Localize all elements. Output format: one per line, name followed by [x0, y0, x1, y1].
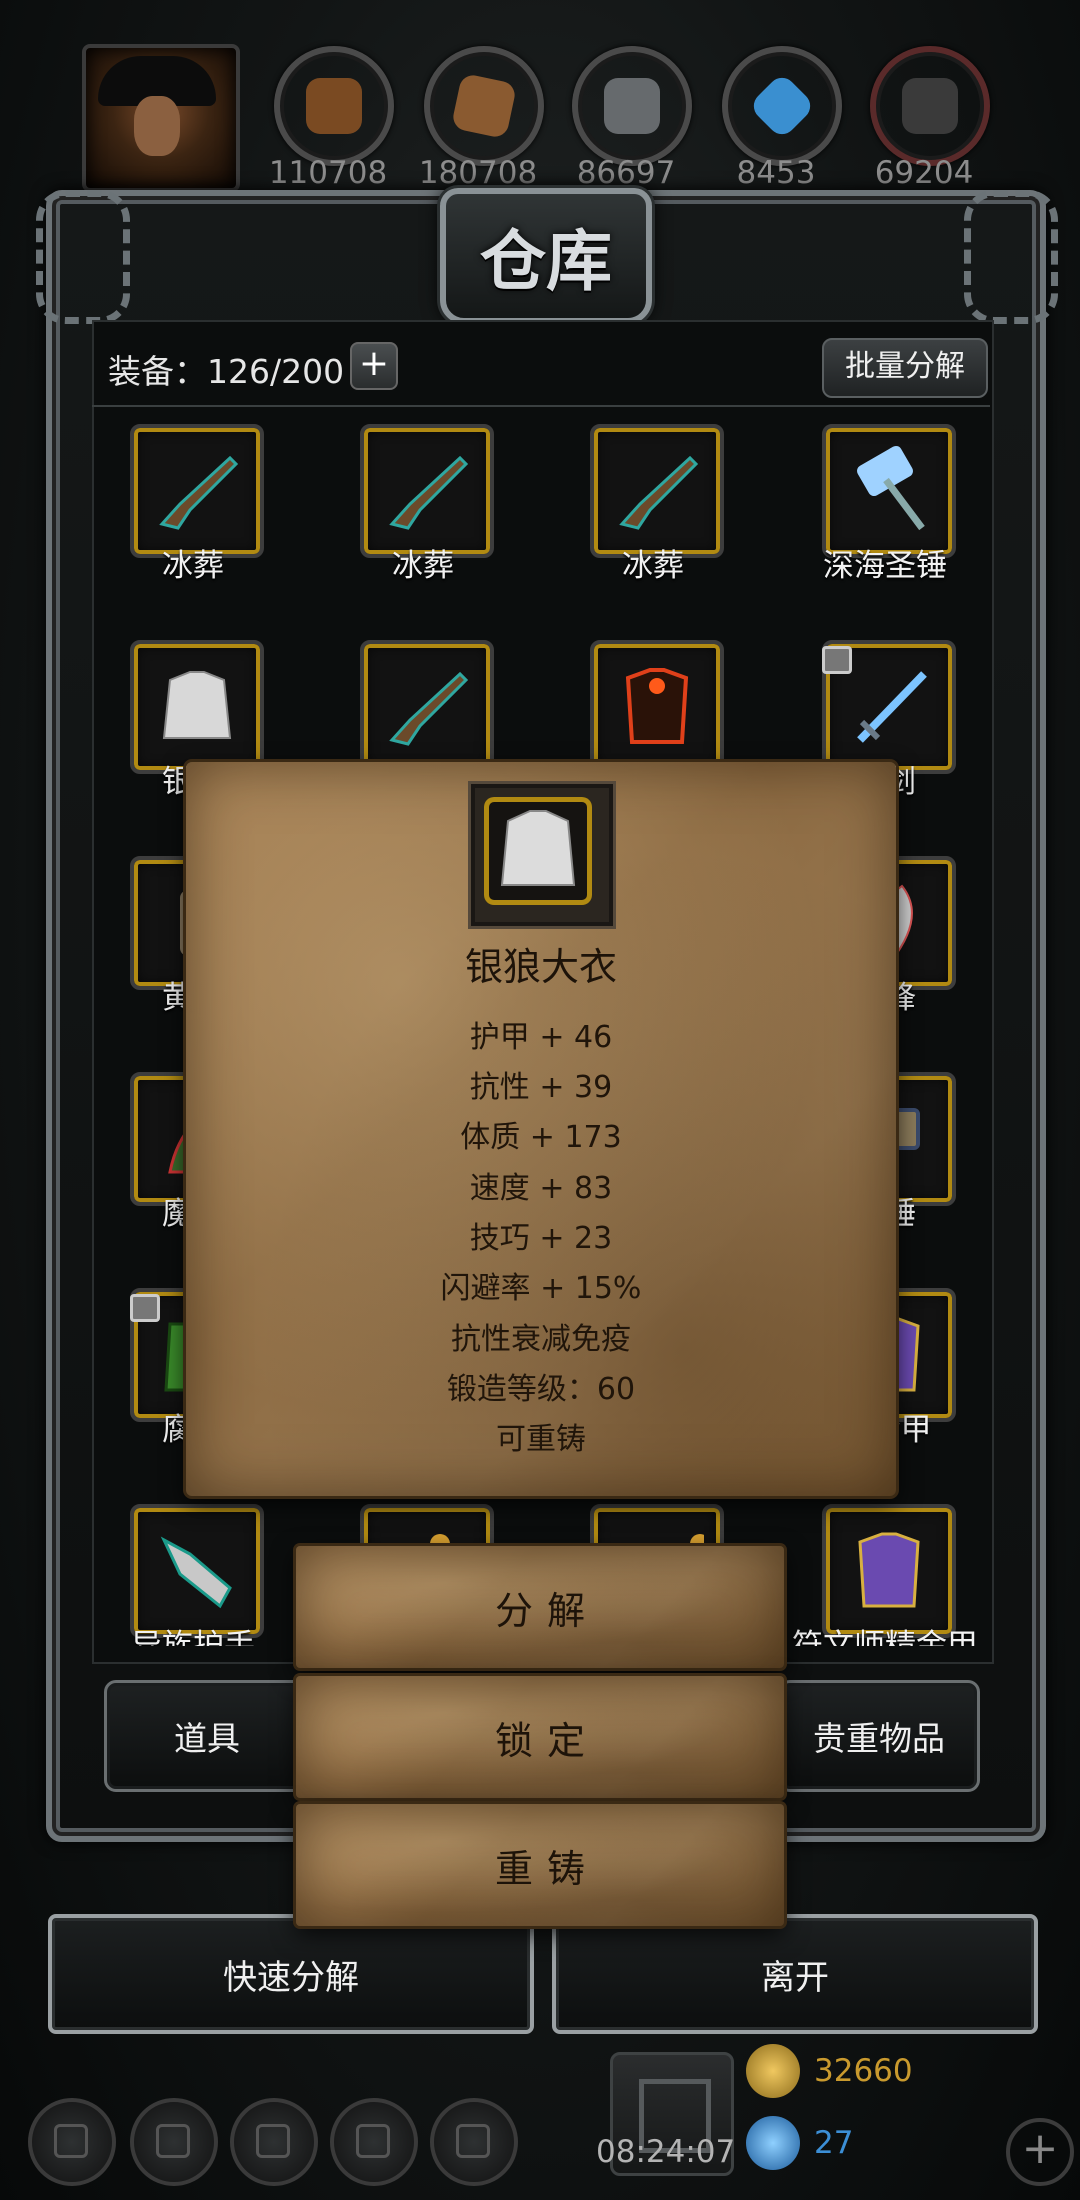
- gauntlet-icon: [150, 1524, 244, 1618]
- face-shape: [134, 96, 180, 156]
- dismantle-button[interactable]: 分解: [296, 1546, 784, 1668]
- item-name: 冰葬: [162, 548, 224, 584]
- plank-icon: [424, 46, 544, 166]
- wood-count: 110708: [268, 155, 388, 191]
- iron-ingot-icon: [572, 46, 692, 166]
- box-icon[interactable]: [430, 2098, 518, 2186]
- ice-hammer-icon: [842, 444, 936, 538]
- divider: [92, 405, 990, 407]
- tab-valuables[interactable]: 贵重物品: [778, 1680, 980, 1792]
- star-icon[interactable]: [130, 2098, 218, 2186]
- lava-armor-icon: [610, 660, 704, 754]
- gem-icon: [746, 2116, 800, 2170]
- fur-coat-icon: [484, 797, 592, 905]
- item-name: 冰葬: [622, 548, 684, 584]
- plank-count: 180708: [418, 155, 538, 191]
- guild-icon[interactable]: [230, 2098, 318, 2186]
- stat-line: 护甲 + 46: [469, 1020, 613, 1055]
- wood-log-icon: [274, 46, 394, 166]
- dark-metal-icon: [870, 46, 990, 166]
- lock-icon: [130, 1294, 160, 1322]
- ice-sword-icon: [842, 660, 936, 754]
- stat-line: 锻造等级：60: [446, 1372, 636, 1407]
- item-slot[interactable]: [130, 640, 264, 774]
- item-slot[interactable]: [822, 1504, 956, 1638]
- left-chain-ornament: [36, 190, 130, 324]
- flintlock-pistol-icon: [380, 444, 474, 538]
- leave-button[interactable]: 离开: [552, 1914, 1038, 2034]
- gold-coin-icon: [746, 2044, 800, 2098]
- item-slot[interactable]: [130, 1504, 264, 1638]
- iron-count: 86697: [576, 155, 676, 191]
- reforge-button[interactable]: 重铸: [296, 1804, 784, 1926]
- stat-line: 可重铸: [496, 1422, 586, 1457]
- fur-coat-icon: [150, 660, 244, 754]
- item-slot[interactable]: [590, 424, 724, 558]
- item-name-title: 银狼大衣: [464, 945, 617, 989]
- item-name: 冰葬: [392, 548, 454, 584]
- settings-icon[interactable]: [28, 2098, 116, 2186]
- item-slot[interactable]: [360, 424, 494, 558]
- dark-metal-count: 69204: [874, 155, 974, 191]
- item-slot[interactable]: [130, 424, 264, 558]
- item-name: 符文师精金甲: [792, 1628, 978, 1646]
- flintlock-pistol-icon: [150, 444, 244, 538]
- batch-dismantle-button[interactable]: 批量分解: [822, 338, 988, 398]
- stat-line: 闪避率 + 15%: [440, 1271, 642, 1306]
- tab-props[interactable]: 道具: [104, 1680, 310, 1792]
- clock-time: 08:24:07: [596, 2134, 736, 2170]
- expand-capacity-button[interactable]: +: [350, 342, 398, 390]
- stat-line: 技巧 + 23: [469, 1221, 613, 1256]
- stat-line: 抗性 + 39: [469, 1070, 613, 1105]
- right-chain-ornament: [964, 190, 1058, 324]
- lock-icon: [822, 646, 852, 674]
- item-slot[interactable]: [360, 640, 494, 774]
- stat-line: 抗性衰减免疫: [451, 1322, 631, 1357]
- stat-line: 体质 + 173: [460, 1120, 622, 1155]
- equipment-capacity: 装备：126/200: [108, 352, 345, 391]
- item-name: 深海圣锤: [823, 548, 947, 584]
- flintlock-pistol-icon: [610, 444, 704, 538]
- player-avatar[interactable]: [82, 44, 240, 192]
- item-slot[interactable]: [590, 640, 724, 774]
- stat-line: 速度 + 83: [469, 1171, 613, 1206]
- purple-armor-icon: [842, 1524, 936, 1618]
- flintlock-pistol-icon: [380, 660, 474, 754]
- crystal-count: 8453: [736, 155, 816, 191]
- mail-icon[interactable]: [330, 2098, 418, 2186]
- crystal-icon: [722, 46, 842, 166]
- add-currency-button[interactable]: +: [1006, 2118, 1074, 2186]
- lock-button[interactable]: 锁定: [296, 1676, 784, 1798]
- item-name: 异族护手: [131, 1628, 255, 1646]
- gem-amount: 27: [814, 2125, 854, 2161]
- gold-amount: 32660: [814, 2053, 913, 2089]
- quick-dismantle-button[interactable]: 快速分解: [48, 1914, 534, 2034]
- page-title: 仓库: [440, 188, 652, 324]
- item-slot[interactable]: [822, 424, 956, 558]
